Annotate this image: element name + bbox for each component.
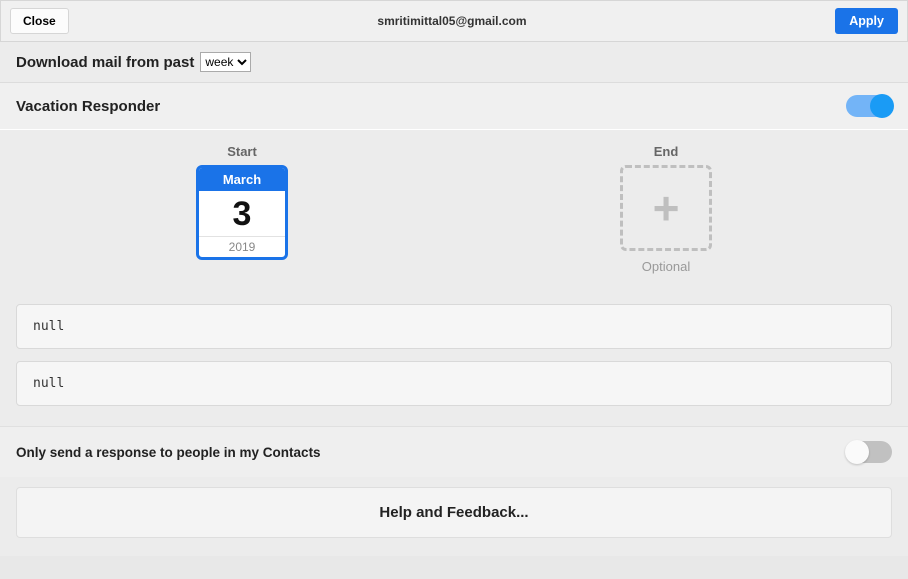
vacation-responder-toggle[interactable] xyxy=(846,95,892,117)
contacts-only-label: Only send a response to people in my Con… xyxy=(16,445,321,460)
download-mail-select[interactable]: week xyxy=(200,52,251,72)
start-month: March xyxy=(199,168,285,191)
apply-button[interactable]: Apply xyxy=(835,8,898,34)
help-row-wrap: Help and Feedback... xyxy=(0,477,908,556)
vacation-body-input[interactable]: null xyxy=(16,361,892,406)
download-mail-section: Download mail from past week xyxy=(0,42,908,83)
end-caption: End xyxy=(654,144,679,159)
account-email: smritimittal05@gmail.com xyxy=(377,14,526,28)
contacts-only-toggle[interactable] xyxy=(846,441,892,463)
header-bar: Close smritimittal05@gmail.com Apply xyxy=(0,0,908,42)
start-year: 2019 xyxy=(199,236,285,257)
start-date-picker[interactable]: March 3 2019 xyxy=(196,165,288,260)
end-optional-label: Optional xyxy=(642,259,690,274)
start-date-block: Start March 3 2019 xyxy=(162,144,322,260)
help-feedback-button[interactable]: Help and Feedback... xyxy=(16,487,892,538)
vacation-responder-header: Vacation Responder xyxy=(0,83,908,130)
vacation-responder-title: Vacation Responder xyxy=(16,98,160,115)
vacation-dates-row: Start March 3 2019 End + Optional xyxy=(0,130,908,304)
download-mail-label: Download mail from past xyxy=(16,54,194,71)
start-day: 3 xyxy=(199,191,285,236)
plus-icon: + xyxy=(653,185,680,231)
vacation-message-block: null null xyxy=(0,304,908,426)
close-button[interactable]: Close xyxy=(10,8,69,34)
end-date-picker[interactable]: + xyxy=(620,165,712,251)
contacts-only-section: Only send a response to people in my Con… xyxy=(0,426,908,477)
start-caption: Start xyxy=(227,144,257,159)
vacation-subject-input[interactable]: null xyxy=(16,304,892,349)
end-date-block: End + Optional xyxy=(586,144,746,274)
